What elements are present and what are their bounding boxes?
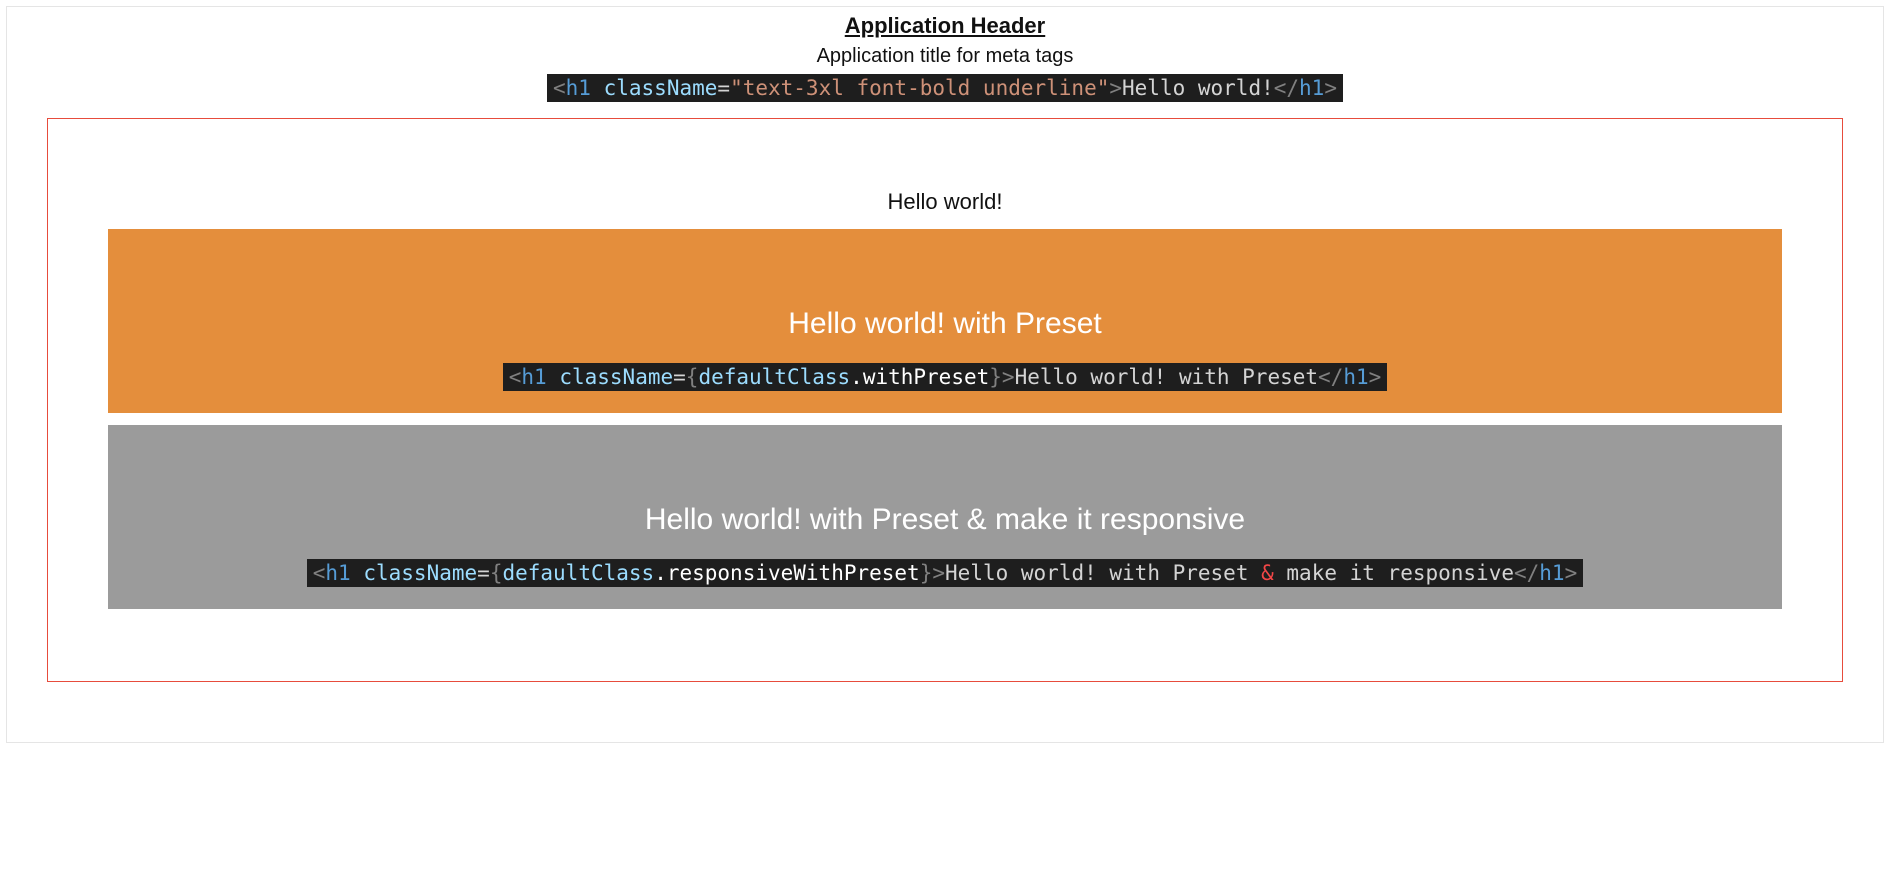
app-subtitle: Application title for meta tags <box>7 45 1883 68</box>
code-token: h1 <box>566 76 591 100</box>
code-token: className <box>363 561 477 585</box>
code-line: <h1 className={defaultClass.withPreset}>… <box>503 363 1388 391</box>
responsive-panel: Hello world! with Preset & make it respo… <box>108 425 1782 609</box>
code-token: < <box>313 561 326 585</box>
code-token: defaultClass <box>698 365 850 389</box>
code-token <box>591 76 604 100</box>
code-token: defaultClass <box>502 561 654 585</box>
code-token: > <box>932 561 945 585</box>
code-token: = <box>477 561 490 585</box>
code-token: . <box>850 365 863 389</box>
code-token: < <box>553 76 566 100</box>
code-token: = <box>717 76 730 100</box>
code-token: h1 <box>1539 561 1564 585</box>
code-line: <h1 className={defaultClass.responsiveWi… <box>307 559 1583 587</box>
code-token: Hello world! with Preset <box>945 561 1261 585</box>
preset-heading: Hello world! with Preset <box>108 307 1782 341</box>
code-token: = <box>673 365 686 389</box>
code-token: h1 <box>521 365 546 389</box>
code-token: h1 <box>325 561 350 585</box>
code-token: > <box>1002 365 1015 389</box>
page: Application Header Application title for… <box>6 6 1884 743</box>
responsive-heading: Hello world! with Preset & make it respo… <box>108 503 1782 537</box>
code-token: > <box>1369 365 1382 389</box>
code-token: withPreset <box>863 365 989 389</box>
demo-container: Hello world! Hello world! with Preset <h… <box>47 118 1843 682</box>
code-token: } <box>920 561 933 585</box>
code-token: Hello world! with Preset <box>1015 365 1318 389</box>
code-token: className <box>604 76 718 100</box>
code-token: "text-3xl font-bold underline" <box>730 76 1109 100</box>
code-token: . <box>654 561 667 585</box>
code-token: > <box>1324 76 1337 100</box>
code-snippet-3: <h1 className={defaultClass.responsiveWi… <box>108 559 1782 587</box>
code-token: className <box>559 365 673 389</box>
code-token: make it responsive <box>1274 561 1514 585</box>
code-token: } <box>989 365 1002 389</box>
code-token: h1 <box>1299 76 1324 100</box>
code-token: & <box>1261 561 1274 585</box>
preset-panel: Hello world! with Preset <h1 className={… <box>108 229 1782 413</box>
app-header: Application Header <box>845 13 1045 39</box>
demo-hello-title: Hello world! <box>108 189 1782 215</box>
code-token: < <box>509 365 522 389</box>
code-line: <h1 className="text-3xl font-bold underl… <box>547 74 1343 102</box>
code-token: { <box>490 561 503 585</box>
code-snippet-2: <h1 className={defaultClass.withPreset}>… <box>108 363 1782 391</box>
code-token <box>547 365 560 389</box>
code-token: h1 <box>1343 365 1368 389</box>
code-token: </ <box>1318 365 1343 389</box>
code-token: > <box>1109 76 1122 100</box>
code-token: </ <box>1274 76 1299 100</box>
code-token: Hello world! <box>1122 76 1274 100</box>
code-snippet-1: <h1 className="text-3xl font-bold underl… <box>7 74 1883 102</box>
header-block: Application Header Application title for… <box>7 7 1883 102</box>
code-token: responsiveWithPreset <box>667 561 920 585</box>
code-token: > <box>1565 561 1578 585</box>
code-token: { <box>686 365 699 389</box>
code-token: </ <box>1514 561 1539 585</box>
code-token <box>351 561 364 585</box>
